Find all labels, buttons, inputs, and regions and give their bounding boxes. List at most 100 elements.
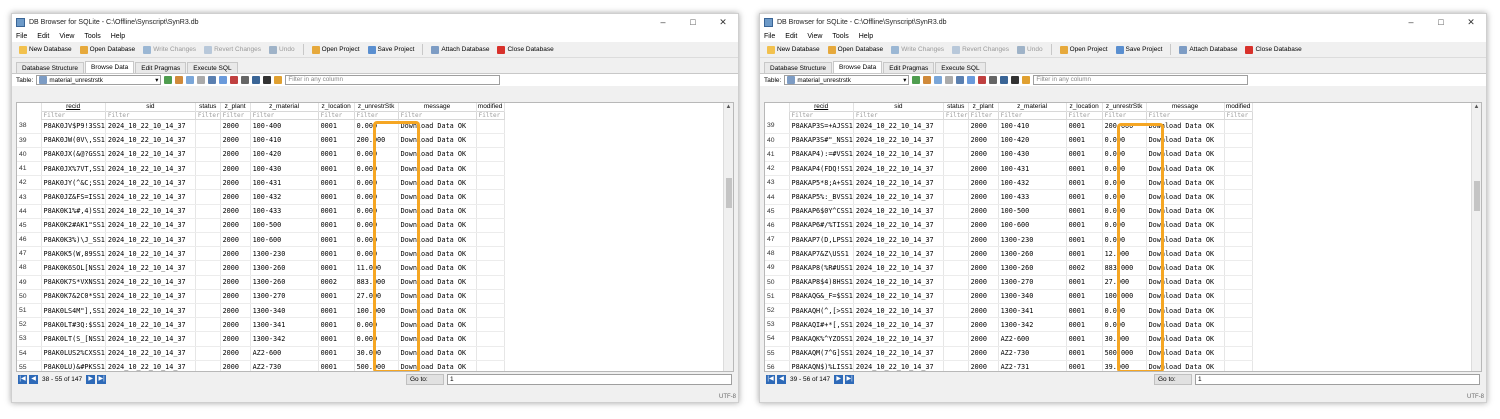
table-cell[interactable]: 2024_10_22_10_14_37 [853,346,944,361]
table-cell[interactable]: P8AK0K7S*VXNSS1 [41,275,106,290]
table-cell[interactable]: 0001 [1066,147,1103,163]
table-cell[interactable] [195,175,221,191]
filter-any-column-input[interactable]: Filter in any column [1033,75,1249,85]
table-cell[interactable]: 1300-342 [998,317,1067,333]
table-cell[interactable]: P8AK0JX%7VT,SS1 [41,161,106,177]
table-row[interactable]: 41 P8AKAP4):=#VSS1 2024_10_22_10_14_37 2000… [765,147,1253,163]
column-filter-z_location[interactable]: Filter [317,110,355,120]
table-row[interactable]: 46 P8AKAP6#/%TISS1 2024_10_22_10_14_37 2000… [765,218,1253,234]
table-cell[interactable]: 1300-260 [998,246,1067,262]
table-cell[interactable]: 0001 [1066,119,1103,134]
table-cell[interactable] [195,218,221,234]
column-filter-z_unrestrstk[interactable]: Filter [353,110,399,120]
table-cell[interactable]: 2000 [220,147,251,163]
table-row[interactable]: 46 P8AK0K3%)\J_SS1 2024_10_22_10_14_37 2000… [17,232,505,248]
table-row[interactable]: 53 P8AK0LT(S_[NSS1 2024_10_22_10_14_37 2000… [17,331,505,347]
table-cell[interactable]: 2000 [968,346,999,361]
table-cell[interactable] [943,189,969,205]
delete-record-icon[interactable] [230,76,239,84]
table-cell[interactable]: 0001 [1066,161,1103,177]
table-cell[interactable]: 0001 [318,147,355,163]
bold-icon[interactable] [1011,76,1020,84]
column-filter-z_location[interactable]: Filter [1065,110,1103,120]
insert-record-icon[interactable] [219,76,228,84]
maximize-icon[interactable]: □ [678,14,708,30]
table-cell[interactable]: 0001 [1066,133,1103,148]
menu-edit[interactable]: Edit [785,33,797,40]
column-header-modified[interactable]: modified [1224,103,1253,111]
close-icon[interactable]: ✕ [708,14,738,30]
table-cell[interactable]: 0001 [318,232,355,248]
table-row[interactable]: 54 P8AKAQK%^YZOSS1 2024_10_22_10_14_37 2000… [765,331,1253,347]
table-cell[interactable] [476,303,505,319]
table-cell[interactable]: 2024_10_22_10_14_37 [105,360,196,371]
open-database-button[interactable]: Open Database [77,45,139,55]
table-cell[interactable] [476,331,505,347]
table-cell[interactable]: 0001 [318,189,355,205]
delete-record-icon[interactable] [978,76,987,84]
table-cell[interactable]: 2024_10_22_10_14_37 [853,260,944,276]
clear-sort-icon[interactable] [923,76,932,84]
find-icon[interactable] [989,76,998,84]
table-cell[interactable] [943,275,969,290]
table-cell[interactable] [476,360,505,371]
table-cell[interactable]: 2000 [220,289,251,304]
column-filter-status[interactable]: Filter [194,110,221,120]
table-row[interactable]: 44 P8AK0K1%#,4)SS1 2024_10_22_10_14_37 2000… [17,204,505,219]
undo-button[interactable]: Undo [1014,45,1046,55]
data-grid[interactable]: recid sid status z_plant z_material z_locatio… [764,102,1482,372]
column-header-z_unrestrstk[interactable]: z_unrestrStk [354,103,399,111]
goto-button[interactable]: Go to: [1154,374,1192,385]
column-filter-sid[interactable]: Filter [104,110,196,120]
table-cell[interactable]: P8AKAP5%:_BVSS1 [789,189,854,205]
table-cell[interactable]: 0001 [1066,204,1103,219]
table-cell[interactable] [1224,218,1253,234]
table-cell[interactable]: 100-431 [998,161,1067,177]
column-filter-modified[interactable]: Filter [1223,110,1253,120]
table-cell[interactable]: 0001 [1066,275,1103,290]
column-filter-recid[interactable]: Filter [788,110,854,120]
column-header-recid[interactable]: recid [789,103,854,111]
table-cell[interactable]: P8AKAP7&Z\USS1 [789,246,854,262]
table-cell[interactable]: 100-410 [250,133,319,148]
table-cell[interactable]: 2000 [968,147,999,163]
table-cell[interactable]: 0001 [1066,175,1103,191]
cell-format-icon[interactable] [274,76,283,84]
revert-changes-button[interactable]: Revert Changes [949,45,1012,55]
column-filter-z_plant[interactable]: Filter [967,110,999,120]
scroll-up-icon[interactable]: ▲ [724,103,733,111]
table-cell[interactable] [476,119,505,134]
table-cell[interactable]: 0001 [318,317,355,333]
table-cell[interactable]: 1300-230 [998,232,1067,248]
table-cell[interactable]: 2000 [220,189,251,205]
table-cell[interactable] [195,360,221,371]
table-row[interactable]: 51 P8AK0LS4M"],SS1 2024_10_22_10_14_37 2000… [17,303,505,319]
table-cell[interactable] [943,246,969,262]
clear-filters-icon[interactable] [197,76,206,84]
goto-button[interactable]: Go to: [406,374,444,385]
table-cell[interactable]: P8AKAQG&_F=$SS1 [789,289,854,304]
table-cell[interactable]: AZ2-600 [250,346,319,361]
table-cell[interactable]: 1300-260 [250,260,319,276]
replace-icon[interactable] [252,76,261,84]
table-cell[interactable]: 0001 [1066,360,1103,371]
table-cell[interactable]: 1300-260 [250,275,319,290]
table-cell[interactable]: 2000 [220,119,251,134]
table-cell[interactable] [943,147,969,163]
clear-sort-icon[interactable] [175,76,184,84]
table-cell[interactable]: 2024_10_22_10_14_37 [105,133,196,148]
table-select[interactable]: material_unrestrstk ▾ [784,75,910,85]
minimize-icon[interactable]: – [1396,14,1426,30]
table-row[interactable]: 52 P8AK0LT#3Q:$SS1 2024_10_22_10_14_37 2000… [17,317,505,333]
column-filter-recid[interactable]: Filter [40,110,106,120]
open-project-button[interactable]: Open Project [1057,45,1111,55]
table-cell[interactable]: 2024_10_22_10_14_37 [853,232,944,248]
menu-file[interactable]: File [764,33,775,40]
table-cell[interactable]: 2000 [968,189,999,205]
column-header-z_unrestrstk[interactable]: z_unrestrStk [1102,103,1147,111]
table-cell[interactable]: 0001 [1066,317,1103,333]
table-cell[interactable] [943,175,969,191]
column-filter-z_unrestrstk[interactable]: Filter [1101,110,1147,120]
table-cell[interactable]: 2024_10_22_10_14_37 [105,289,196,304]
column-header-z_plant[interactable]: z_plant [220,103,251,111]
